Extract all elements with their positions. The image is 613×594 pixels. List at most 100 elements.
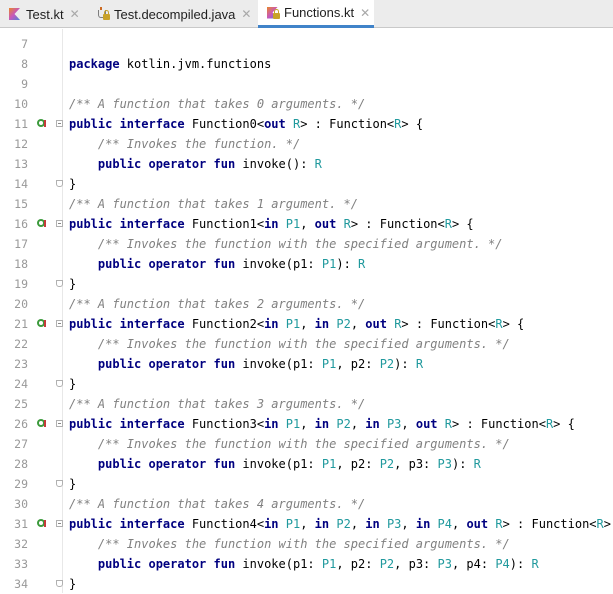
code-token: P1 (285, 417, 301, 431)
code-line[interactable]: public interface Function1<in P1, out R>… (69, 214, 474, 234)
code-token: in (314, 517, 330, 531)
code-line[interactable]: public operator fun invoke(): R (69, 154, 322, 174)
implemented-by-icon[interactable] (37, 518, 48, 529)
code-line[interactable]: /** Invokes the function with the specif… (69, 334, 510, 354)
code-token: } (69, 477, 77, 491)
code-line[interactable]: } (69, 374, 76, 394)
implemented-by-icon[interactable] (37, 218, 48, 229)
code-token: , (452, 517, 467, 531)
fold-open-icon[interactable] (56, 520, 63, 527)
line-number: 11 (14, 117, 28, 131)
line-number: 25 (14, 397, 28, 411)
line-number: 34 (14, 577, 28, 591)
fold-close-icon[interactable] (56, 480, 63, 487)
code-token: invoke(): (235, 157, 315, 171)
close-icon[interactable]: ✕ (360, 6, 370, 20)
code-token: , p3: (394, 457, 438, 471)
code-token: /** A function that takes 0 arguments. *… (69, 97, 366, 111)
code-line[interactable]: public operator fun invoke(p1: P1, p2: P… (69, 354, 423, 374)
fold-open-icon[interactable] (56, 320, 63, 327)
fold-close-icon[interactable] (56, 580, 63, 587)
java-file-icon (97, 7, 110, 21)
code-token: /** A function that takes 4 arguments. *… (69, 497, 366, 511)
code-line[interactable]: public interface Function3<in P1, in P2,… (69, 414, 575, 434)
code-token: in (415, 517, 431, 531)
code-token: , (300, 517, 315, 531)
code-token: R (314, 157, 322, 171)
code-line[interactable]: /** Invokes the function with the specif… (69, 534, 510, 554)
code-line[interactable]: } (69, 274, 76, 294)
fold-open-icon[interactable] (56, 420, 63, 427)
code-line[interactable]: public interface Function4<in P1, in P2,… (69, 514, 613, 534)
code-token: /** Invokes the function. */ (97, 137, 301, 151)
code-line[interactable]: /** Invokes the function with the specif… (69, 234, 503, 254)
line-number: 31 (14, 517, 28, 531)
code-token: , (401, 517, 416, 531)
code-line[interactable]: public operator fun invoke(p1: P1, p2: P… (69, 554, 539, 574)
implemented-by-icon[interactable] (37, 118, 48, 129)
close-icon[interactable]: ✕ (70, 7, 80, 21)
code-line[interactable]: public operator fun invoke(p1: P1, p2: P… (69, 454, 481, 474)
tab-test-decompiled-java[interactable]: Test.decompiled.java ✕ (88, 0, 258, 28)
code-token: in (264, 217, 279, 231)
fold-open-icon[interactable] (56, 220, 63, 227)
code-editor[interactable]: package kotlin.jvm.functions /** A functi… (63, 29, 613, 593)
code-token: kotlin.jvm.functions (119, 57, 272, 71)
close-icon[interactable]: ✕ (241, 7, 251, 21)
fold-close-icon[interactable] (56, 380, 63, 387)
code-line[interactable]: } (69, 474, 76, 494)
code-line[interactable]: /** A function that takes 0 arguments. *… (69, 94, 365, 114)
code-token: P2 (379, 457, 395, 471)
code-token: R (415, 357, 424, 371)
line-number: 15 (14, 197, 28, 211)
line-number: 14 (14, 177, 28, 191)
code-token: , p3: (394, 557, 438, 571)
code-line[interactable]: public interface Function2<in P1, in P2,… (69, 314, 524, 334)
line-number: 24 (14, 377, 28, 391)
code-token: > : Function< (300, 117, 395, 131)
code-line[interactable]: /** A function that takes 4 arguments. *… (69, 494, 365, 514)
code-token: public interface (69, 217, 185, 231)
implemented-by-icon[interactable] (37, 418, 48, 429)
code-token: > { (553, 417, 575, 431)
code-line[interactable]: /** A function that takes 3 arguments. *… (69, 394, 365, 414)
code-token: invoke(p1: (235, 257, 322, 271)
code-token: R (495, 317, 503, 331)
code-token: P2 (336, 317, 351, 331)
tab-label: Functions.kt (284, 5, 355, 20)
line-number: 28 (14, 457, 28, 471)
code-line[interactable]: /** A function that takes 1 argument. */ (69, 194, 358, 214)
line-number: 27 (14, 437, 28, 451)
code-line[interactable]: /** Invokes the function. */ (69, 134, 300, 154)
code-line[interactable]: /** A function that takes 2 arguments. *… (69, 294, 365, 314)
code-token: } (69, 377, 77, 391)
code-token: > : Function< (401, 317, 496, 331)
code-token: P2 (336, 417, 351, 431)
tab-test-kt[interactable]: Test.kt ✕ (0, 0, 88, 28)
code-line[interactable]: public interface Function0<out R> : Func… (69, 114, 423, 134)
fold-close-icon[interactable] (56, 180, 63, 187)
code-token: R (444, 217, 452, 231)
code-token: P1 (321, 357, 337, 371)
code-line[interactable]: public operator fun invoke(p1: P1): R (69, 254, 365, 274)
code-token: P4 (495, 557, 510, 571)
code-line[interactable]: } (69, 574, 76, 594)
code-token: P2 (379, 557, 395, 571)
implemented-by-icon[interactable] (37, 318, 48, 329)
line-number: 18 (14, 257, 28, 271)
fold-open-icon[interactable] (56, 120, 63, 127)
code-token: , (300, 217, 315, 231)
fold-close-icon[interactable] (56, 280, 63, 287)
tab-functions-kt[interactable]: Functions.kt ✕ (258, 0, 374, 28)
code-line[interactable]: /** Invokes the function with the specif… (69, 434, 510, 454)
line-number: 23 (14, 357, 28, 371)
code-line[interactable]: } (69, 174, 76, 194)
code-line[interactable]: package kotlin.jvm.functions (69, 54, 271, 74)
code-token: Function0< (184, 117, 265, 131)
tab-label: Test.decompiled.java (114, 6, 236, 22)
code-token: R (495, 517, 503, 531)
code-token: P4 (437, 517, 452, 531)
line-number: 9 (21, 77, 28, 91)
